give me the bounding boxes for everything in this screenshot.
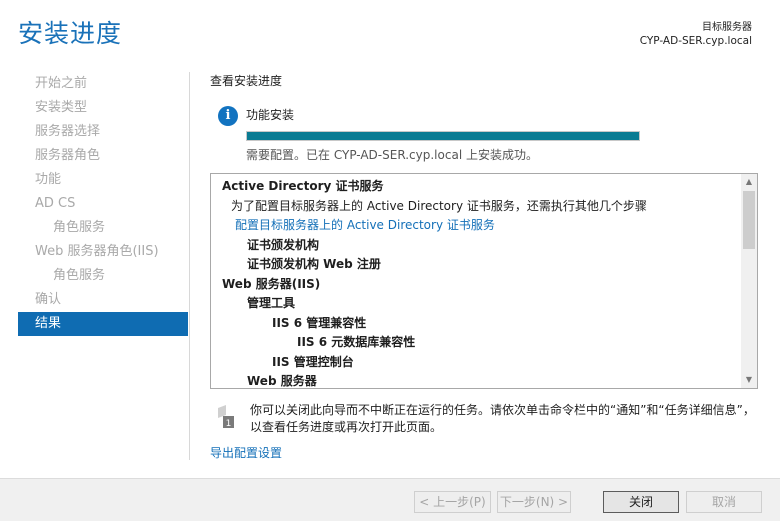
feature-install-title: 功能安装	[246, 108, 295, 122]
results-content: Active Directory 证书服务为了配置目标服务器上的 Active …	[211, 177, 739, 388]
close-button[interactable]: 关闭	[603, 491, 679, 513]
nav-item: Web 服务器角色(IIS)	[35, 244, 159, 259]
result-line: Active Directory 证书服务	[222, 179, 384, 193]
svg-text:1: 1	[226, 419, 232, 429]
previous-button[interactable]: < 上一步(P)	[414, 491, 491, 513]
results-scrollbar[interactable]: ▲ ▼	[741, 174, 757, 388]
install-progress-fill	[247, 132, 639, 140]
nav-item: 开始之前	[35, 76, 88, 91]
scroll-down-icon[interactable]: ▼	[741, 372, 757, 388]
scroll-up-icon[interactable]: ▲	[741, 174, 757, 190]
result-line: IIS 管理控制台	[272, 354, 354, 369]
page-title: 安装进度	[18, 19, 123, 48]
install-progress-bar	[246, 131, 640, 141]
close-wizard-note: 你可以关闭此向导而不中断正在运行的任务。请依次单击命令栏中的“通知”和“任务详细…	[250, 403, 755, 434]
nav-item: 功能	[35, 172, 62, 187]
nav-item: 角色服务	[53, 220, 106, 235]
result-line: Web 服务器	[247, 374, 317, 388]
nav-item: 结果	[18, 312, 188, 336]
info-icon: i	[218, 106, 238, 126]
results-list[interactable]: Active Directory 证书服务为了配置目标服务器上的 Active …	[210, 173, 758, 389]
nav-item: 服务器角色	[35, 148, 101, 163]
nav-divider	[189, 72, 190, 460]
result-line: IIS 6 管理兼容性	[272, 315, 367, 330]
wizard-footer: < 上一步(P) 下一步(N) > 关闭 取消	[0, 478, 780, 521]
nav-item: 服务器选择	[35, 124, 101, 139]
export-config-link[interactable]: 导出配置设置	[210, 444, 282, 461]
notification-flag-icon: 1	[218, 405, 234, 429]
result-line: 证书颁发机构 Web 注册	[247, 257, 381, 271]
target-server-label: 目标服务器	[702, 22, 752, 33]
result-line: IIS 6 元数据库兼容性	[297, 335, 416, 349]
nav-item: 角色服务	[53, 268, 106, 283]
result-line: 证书颁发机构	[247, 237, 320, 252]
cancel-button[interactable]: 取消	[686, 491, 762, 513]
nav-item: 安装类型	[35, 100, 88, 115]
nav-item: 确认	[35, 292, 62, 307]
result-line: 管理工具	[247, 296, 296, 310]
target-server-block: 目标服务器 CYP-AD-SER.cyp.local	[640, 18, 752, 47]
wizard-nav: 开始之前安装类型服务器选择服务器角色功能 AD CS 角色服务 Web 服务器角色(I…	[18, 72, 188, 336]
result-line: Web 服务器(IIS)	[222, 276, 321, 291]
section-heading: 查看安装进度	[210, 74, 283, 88]
nav-item: AD CS	[35, 196, 76, 211]
install-status: 需要配置。已在 CYP-AD-SER.cyp.local 上安装成功。	[246, 148, 538, 162]
configure-adcs-link[interactable]: 配置目标服务器上的 Active Directory 证书服务	[211, 216, 739, 236]
next-button[interactable]: 下一步(N) >	[497, 491, 571, 513]
scroll-thumb[interactable]	[743, 191, 755, 249]
target-server-name: CYP-AD-SER.cyp.local	[639, 35, 752, 47]
result-line: 为了配置目标服务器上的 Active Directory 证书服务，还需执行其他…	[231, 198, 647, 213]
